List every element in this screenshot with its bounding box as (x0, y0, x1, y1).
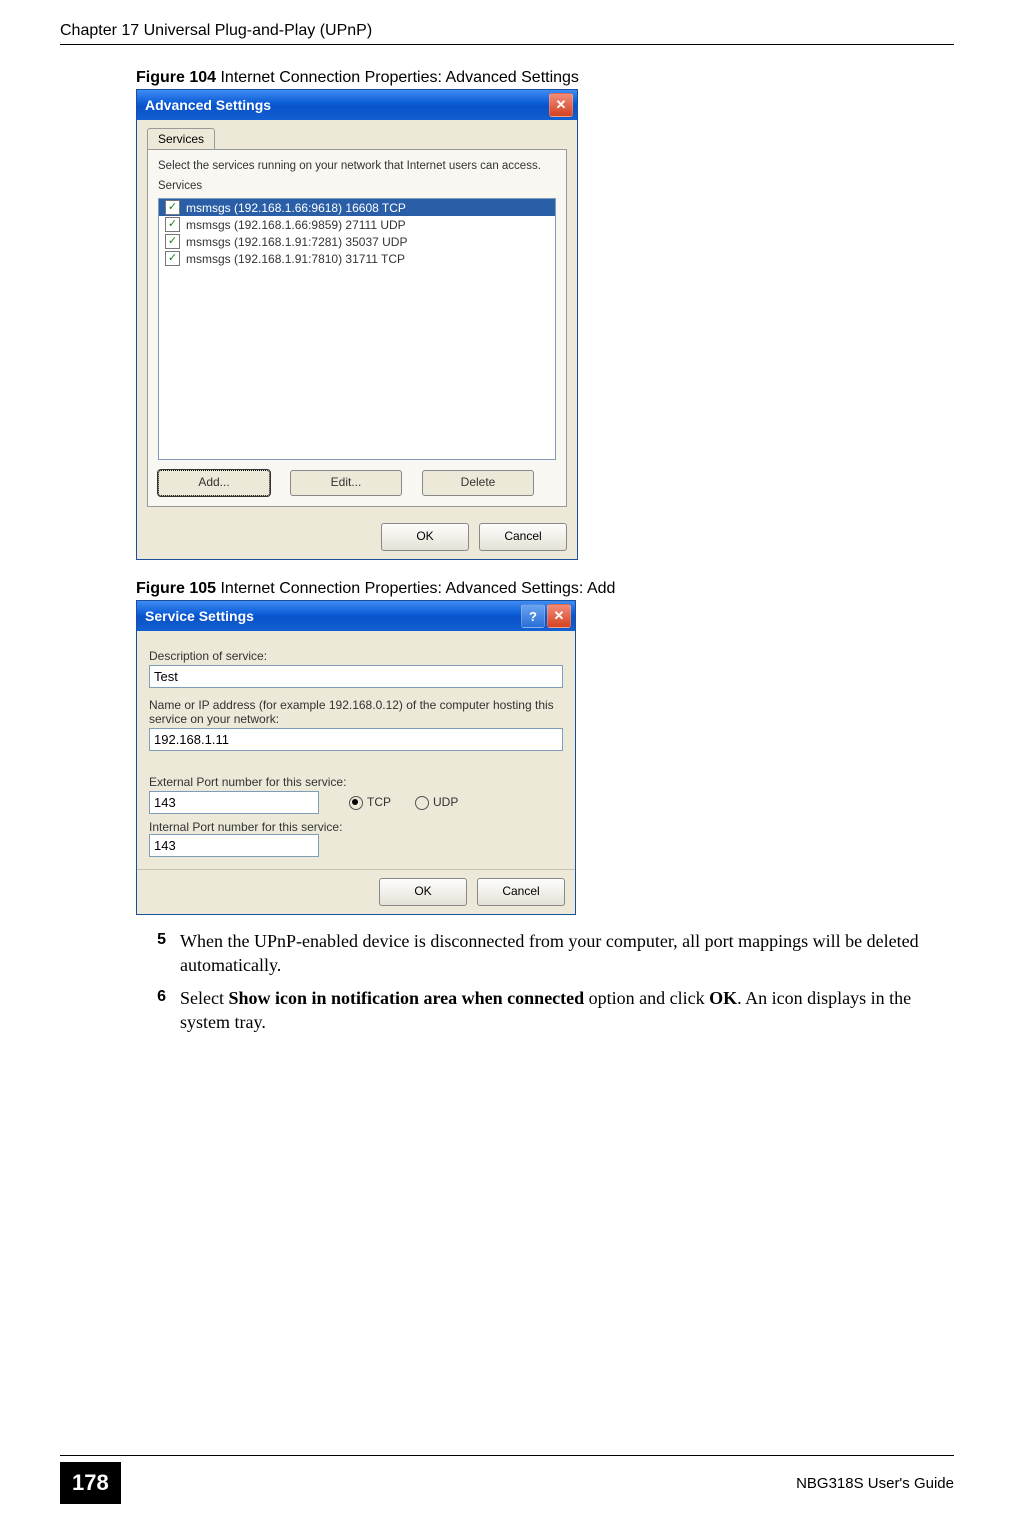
guide-name: NBG318S User's Guide (796, 1475, 954, 1492)
host-input[interactable] (149, 728, 563, 751)
edit-button[interactable]: Edit... (290, 470, 402, 496)
udp-radio-label: UDP (433, 795, 458, 809)
step-number: 6 (136, 986, 166, 1035)
radio-icon (349, 796, 363, 810)
add-button[interactable]: Add... (158, 470, 270, 496)
host-label: Name or IP address (for example 192.168.… (149, 698, 563, 726)
cancel-button[interactable]: Cancel (477, 878, 565, 906)
cancel-button[interactable]: Cancel (479, 523, 567, 551)
close-icon[interactable]: ✕ (547, 604, 571, 628)
list-item-label: msmsgs (192.168.1.91:7281) 35037 UDP (186, 235, 407, 249)
page-number: 178 (60, 1462, 121, 1504)
tcp-radio[interactable]: TCP (349, 795, 391, 810)
dialog-title: Advanced Settings (145, 97, 271, 113)
figure-104-title: Internet Connection Properties: Advanced… (220, 69, 578, 86)
services-instruction: Select the services running on your netw… (158, 160, 556, 172)
radio-icon (415, 796, 429, 810)
list-item[interactable]: ✓ msmsgs (192.168.1.91:7810) 31711 TCP (159, 250, 555, 267)
step-text-part: option and click (584, 988, 709, 1008)
delete-button[interactable]: Delete (422, 470, 534, 496)
step-text: When the UPnP-enabled device is disconne… (180, 929, 954, 978)
list-item-label: msmsgs (192.168.1.66:9618) 16608 TCP (186, 201, 406, 215)
help-icon[interactable]: ? (521, 604, 545, 628)
step-number: 5 (136, 929, 166, 978)
external-port-input[interactable] (149, 791, 319, 814)
internal-port-input[interactable] (149, 834, 319, 857)
checkbox-icon[interactable]: ✓ (165, 200, 180, 215)
step-text-bold: OK (709, 988, 737, 1008)
figure-105-title: Internet Connection Properties: Advanced… (220, 580, 615, 597)
figure-104-label: Figure 104 (136, 69, 220, 86)
step-6: 6 Select Show icon in notification area … (136, 986, 954, 1035)
internal-port-label: Internal Port number for this service: (149, 820, 563, 834)
dialog-titlebar: Advanced Settings ✕ (137, 90, 577, 120)
service-settings-dialog: Service Settings ? ✕ Description of serv… (136, 600, 576, 915)
ok-button[interactable]: OK (381, 523, 469, 551)
figure-104-caption: Figure 104 Internet Connection Propertie… (136, 69, 954, 87)
step-text: Select Show icon in notification area wh… (180, 986, 954, 1035)
list-item[interactable]: ✓ msmsgs (192.168.1.66:9859) 27111 UDP (159, 216, 555, 233)
external-port-label: External Port number for this service: (149, 775, 563, 789)
advanced-settings-dialog: Advanced Settings ✕ Services Select the … (136, 89, 578, 560)
dialog-titlebar: Service Settings ? ✕ (137, 601, 575, 631)
description-label: Description of service: (149, 649, 563, 663)
list-item-label: msmsgs (192.168.1.91:7810) 31711 TCP (186, 252, 405, 266)
services-listbox[interactable]: ✓ msmsgs (192.168.1.66:9618) 16608 TCP ✓… (158, 198, 556, 460)
step-5: 5 When the UPnP-enabled device is discon… (136, 929, 954, 978)
figure-105-caption: Figure 105 Internet Connection Propertie… (136, 580, 954, 598)
description-input[interactable] (149, 665, 563, 688)
checkbox-icon[interactable]: ✓ (165, 217, 180, 232)
chapter-header: Chapter 17 Universal Plug-and-Play (UPnP… (60, 22, 954, 45)
tab-services[interactable]: Services (147, 128, 215, 149)
figure-105-label: Figure 105 (136, 580, 220, 597)
udp-radio[interactable]: UDP (415, 795, 458, 810)
list-item[interactable]: ✓ msmsgs (192.168.1.91:7281) 35037 UDP (159, 233, 555, 250)
close-icon[interactable]: ✕ (549, 93, 573, 117)
checkbox-icon[interactable]: ✓ (165, 234, 180, 249)
list-item-label: msmsgs (192.168.1.66:9859) 27111 UDP (186, 218, 406, 232)
step-text-bold: Show icon in notification area when conn… (228, 988, 584, 1008)
dialog-title: Service Settings (145, 608, 254, 624)
step-text-part: Select (180, 988, 228, 1008)
list-item[interactable]: ✓ msmsgs (192.168.1.66:9618) 16608 TCP (159, 199, 555, 216)
tcp-radio-label: TCP (367, 795, 391, 809)
services-group-label: Services (158, 180, 556, 192)
ok-button[interactable]: OK (379, 878, 467, 906)
checkbox-icon[interactable]: ✓ (165, 251, 180, 266)
